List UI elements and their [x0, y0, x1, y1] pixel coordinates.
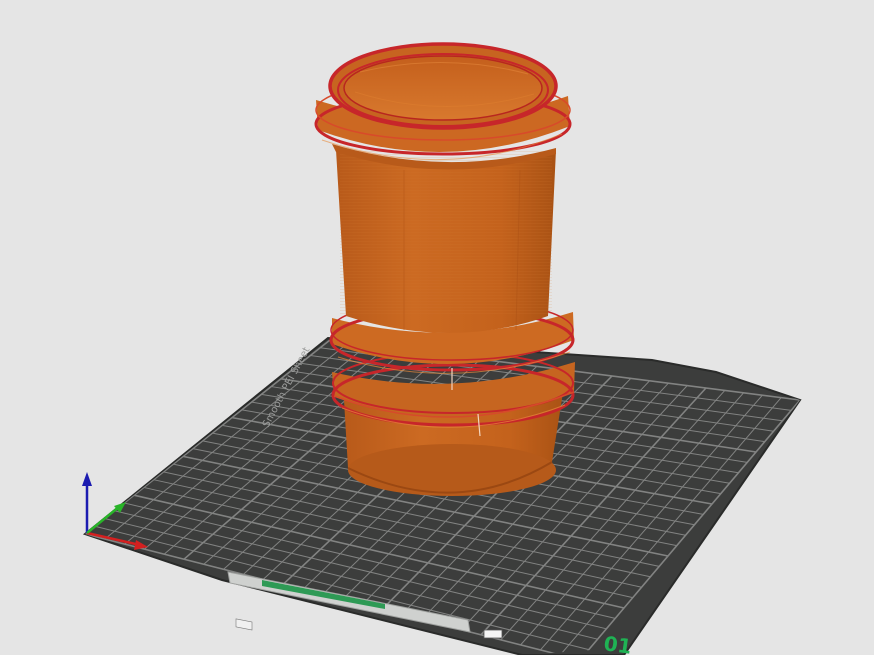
z-axis-arrow [82, 472, 92, 486]
3d-viewport[interactable]: Smooth PEI Sheet 01 [0, 0, 874, 655]
scene-canvas[interactable]: Smooth PEI Sheet 01 [0, 0, 874, 655]
bed-plate-number: 01 [602, 631, 633, 655]
model-pipe-coupling[interactable] [314, 42, 575, 496]
